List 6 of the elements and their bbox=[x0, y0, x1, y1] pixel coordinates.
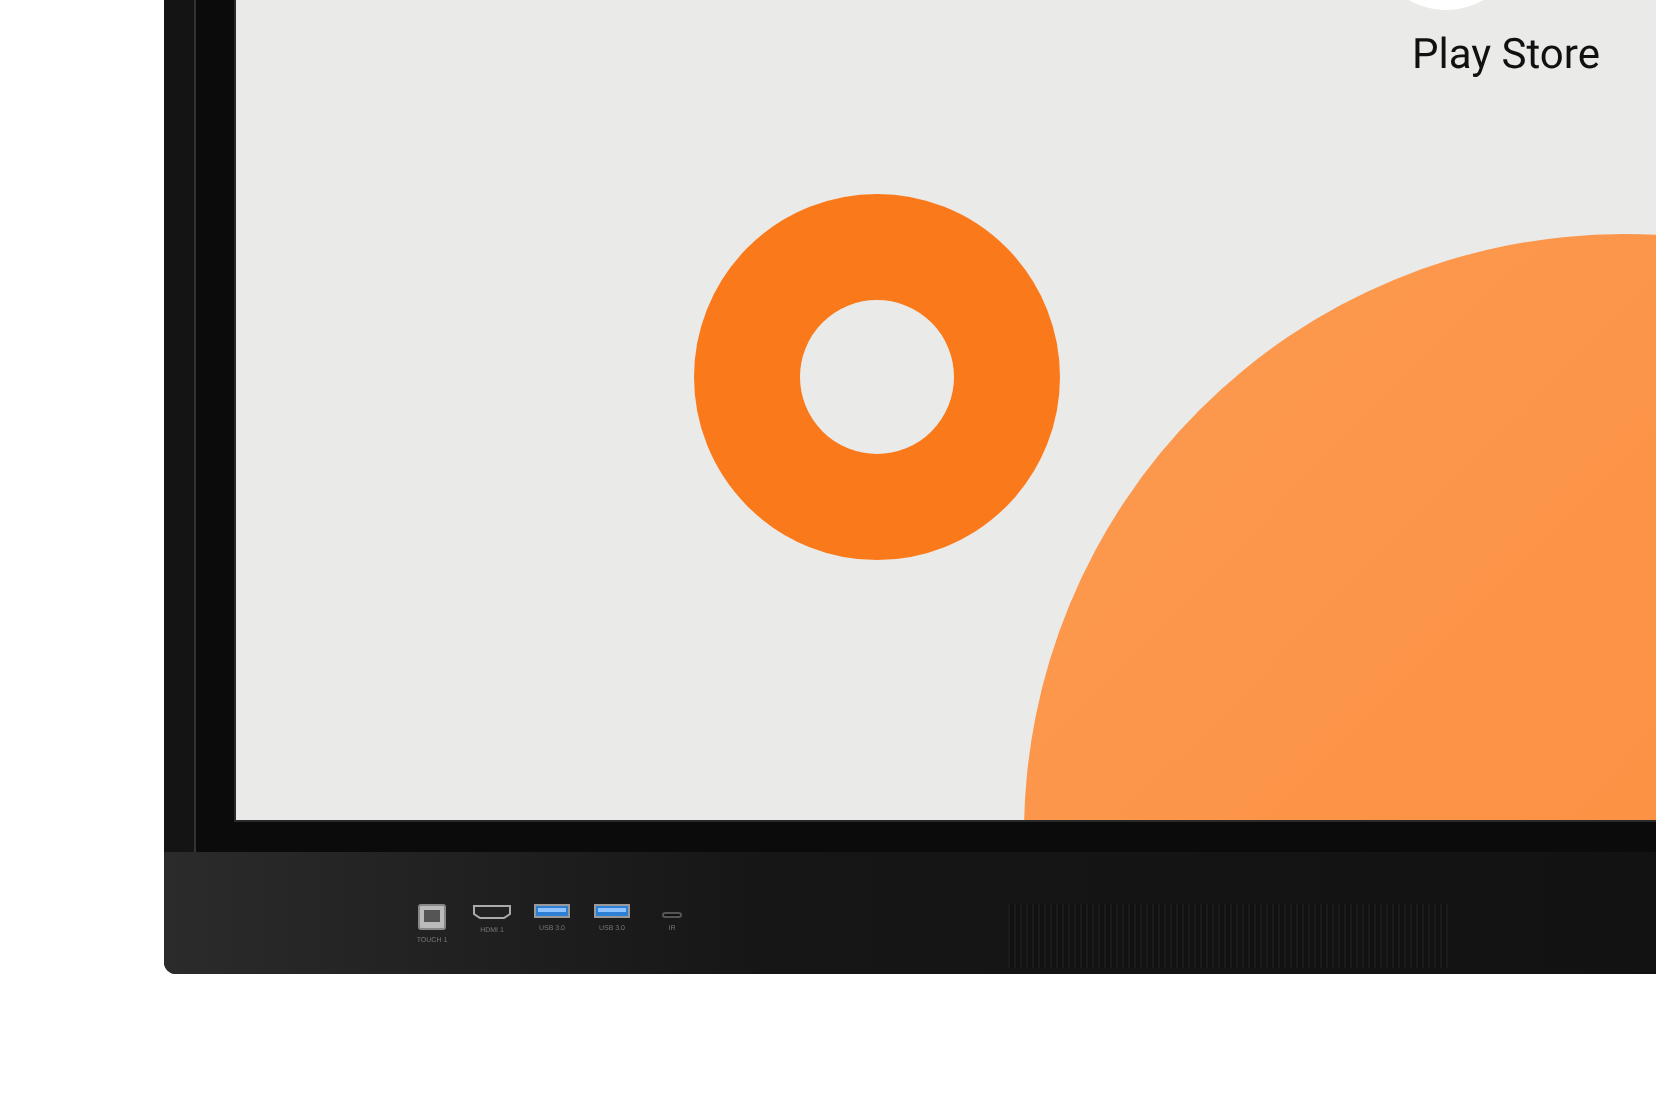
usb-port-icon bbox=[418, 904, 446, 930]
hdmi-port-icon bbox=[472, 904, 512, 920]
port-slot-icon bbox=[662, 912, 682, 918]
usb-port-icon bbox=[594, 904, 630, 918]
usb-port-icon bbox=[534, 904, 570, 918]
app-label: Play Store bbox=[1410, 32, 1602, 80]
